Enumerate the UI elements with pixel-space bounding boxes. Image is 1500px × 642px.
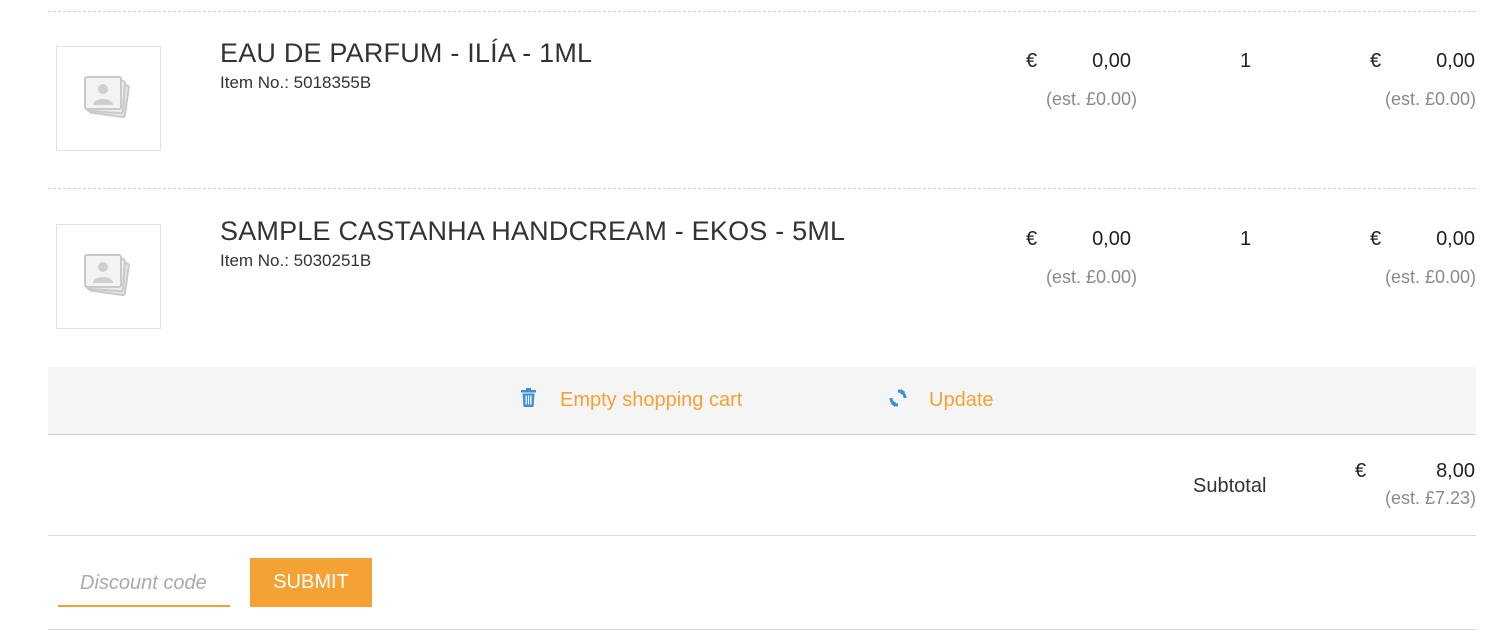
cart-action-bar — [48, 367, 1476, 434]
trash-icon[interactable] — [520, 388, 537, 413]
update-button[interactable]: Update — [929, 389, 994, 412]
action-bar-divider — [48, 434, 1476, 435]
product-thumbnail[interactable] — [56, 224, 161, 329]
empty-cart-button[interactable]: Empty shopping cart — [560, 389, 742, 412]
line-total-estimate: (est. £0.00) — [1384, 89, 1476, 109]
product-item-number: Item No.: 5030251B — [220, 251, 372, 270]
discount-code-input[interactable] — [58, 562, 230, 607]
quantity: 1 — [1240, 50, 1252, 72]
line-total: 0,00 — [1436, 50, 1475, 72]
quantity: 1 — [1240, 228, 1252, 250]
row-divider — [48, 188, 1476, 189]
unit-price: 0,00 — [1092, 228, 1131, 250]
unit-price-estimate: (est. £0.00) — [1045, 89, 1137, 109]
subtotal-label: Subtotal — [1193, 475, 1267, 497]
image-placeholder-icon — [83, 75, 130, 118]
unit-price-estimate: (est. £0.00) — [1045, 267, 1137, 287]
currency-symbol: € — [1026, 228, 1038, 250]
image-placeholder-icon — [83, 253, 130, 296]
submit-discount-button[interactable]: SUBMIT — [250, 558, 372, 607]
subtotal-value: 8,00 — [1436, 460, 1475, 482]
discount-divider — [48, 629, 1476, 630]
currency-symbol: € — [1355, 460, 1367, 482]
line-total: 0,00 — [1436, 228, 1475, 250]
product-item-number: Item No.: 5018355B — [220, 73, 372, 92]
currency-symbol: € — [1370, 50, 1382, 72]
currency-symbol: € — [1026, 50, 1038, 72]
subtotal-estimate: (est. £7.23) — [1384, 488, 1476, 508]
unit-price: 0,00 — [1092, 50, 1131, 72]
product-name[interactable]: SAMPLE CASTANHA HANDCREAM - EKOS - 5ML — [220, 216, 845, 247]
currency-symbol: € — [1370, 228, 1382, 250]
product-name[interactable]: EAU DE PARFUM - ILÍA - 1ML — [220, 38, 592, 69]
line-total-estimate: (est. £0.00) — [1384, 267, 1476, 287]
row-divider — [48, 11, 1476, 12]
summary-divider — [48, 535, 1476, 536]
refresh-icon[interactable] — [888, 388, 908, 413]
product-thumbnail[interactable] — [56, 46, 161, 151]
